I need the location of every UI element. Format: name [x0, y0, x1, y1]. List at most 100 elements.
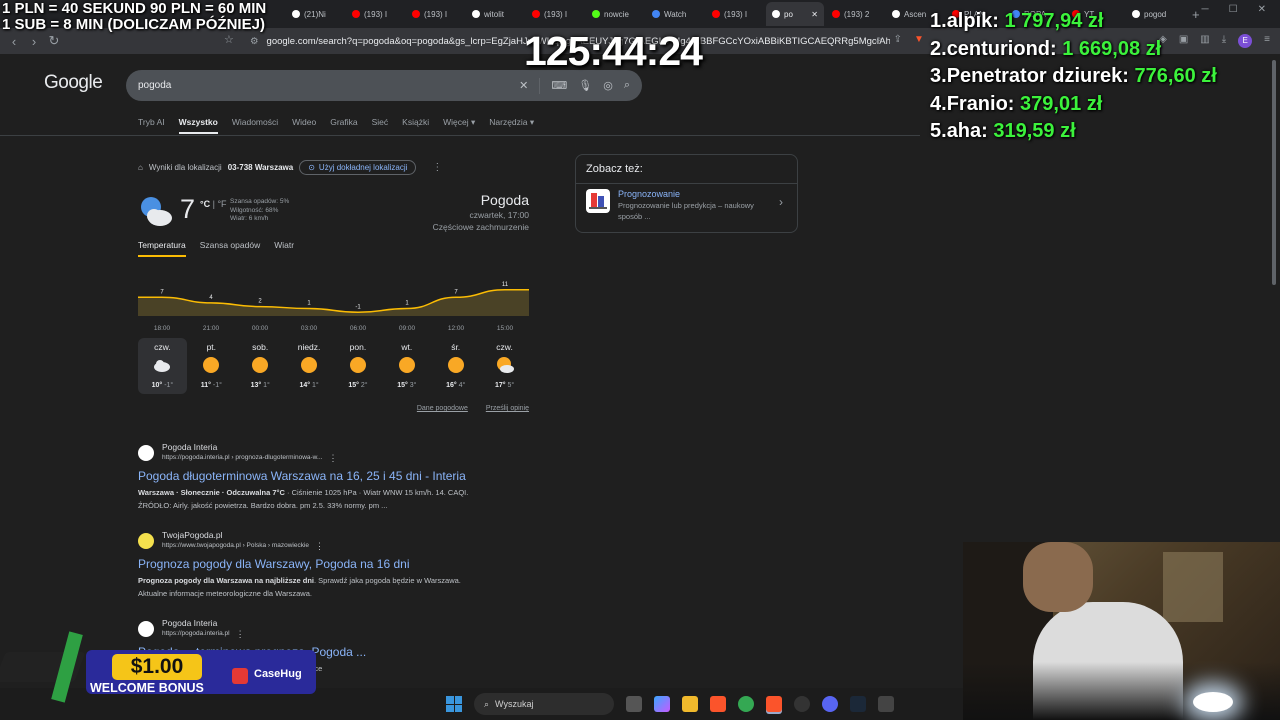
celsius-unit[interactable]: °C	[200, 199, 210, 209]
weather-details: Szansa opadów: 5% Wilgotność: 68% Wiatr:…	[230, 198, 289, 224]
back-button[interactable]: ‹	[4, 34, 24, 49]
tab-favicon-icon	[892, 10, 900, 18]
tab-favicon-icon	[532, 10, 540, 18]
close-window-button[interactable]: ✕	[1258, 4, 1266, 15]
zoom-icon[interactable]: ⌕	[876, 34, 882, 45]
tab-label: (193) 2	[844, 9, 870, 19]
browser-tab[interactable]: (193) I	[706, 2, 764, 26]
result-site[interactable]: TwojaPogoda.pl https://www.twojapogoda.pl…	[138, 530, 558, 552]
chrome-icon[interactable]	[738, 696, 754, 712]
snippet-text: . Sprawdź jaka pogoda będzie w Warszawa.	[314, 576, 461, 585]
search-tab[interactable]: Grafika	[330, 117, 357, 128]
see-also-desc: Prognozowanie lub predykcja – naukowy sp…	[618, 201, 754, 221]
day-low: -1°	[164, 382, 174, 389]
weather-tab[interactable]: Temperatura	[138, 240, 186, 257]
hour-tick-label: 12:00	[448, 325, 465, 332]
forecast-day[interactable]: sob. 13° 1°	[236, 338, 285, 394]
microphone-icon[interactable]: 🎙︎	[578, 79, 592, 92]
forecast-day[interactable]: czw. 10° -1°	[138, 338, 187, 394]
leaderboard-row: 4.Franio: 379,01 zł	[930, 91, 1217, 119]
browser-tab[interactable]: Watch	[646, 2, 704, 26]
forecast-day[interactable]: niedz. 14° 1°	[285, 338, 334, 394]
brave-shield-icon[interactable]: ▼	[914, 34, 924, 45]
search-tab[interactable]: Narzędzia ▾	[489, 117, 534, 128]
result-title[interactable]: Prognoza pogody dla Warszawy, Pogoda na …	[138, 557, 558, 571]
search-tab[interactable]: Książki	[402, 117, 429, 128]
temperature-value-label: -1	[355, 304, 361, 310]
forecast-day[interactable]: pt. 11° -1°	[187, 338, 236, 394]
tab-label: (193) I	[364, 9, 388, 19]
menu-icon[interactable]: ≡	[1264, 34, 1270, 48]
feedback-link[interactable]: Prześlij opinię	[486, 405, 529, 412]
brave-active-icon[interactable]	[766, 696, 782, 712]
browser-tab[interactable]: (193) 2	[826, 2, 884, 26]
reload-button[interactable]: ↻	[44, 33, 64, 49]
search-tab[interactable]: Wszystko	[178, 117, 219, 134]
search-tab[interactable]: Więcej ▾	[443, 117, 475, 128]
search-input[interactable]: pogoda	[138, 80, 519, 91]
calculator-icon[interactable]	[878, 696, 894, 712]
clear-icon[interactable]: ✕	[519, 79, 528, 92]
browser-tab[interactable]: (193) I	[526, 2, 584, 26]
leaderboard-rank: 4.	[930, 92, 947, 115]
copilot-icon[interactable]	[654, 696, 670, 712]
start-icon[interactable]	[446, 696, 462, 712]
browser-tab[interactable]: (193) I	[406, 2, 464, 26]
weather-tab[interactable]: Wiatr	[274, 240, 294, 250]
precise-location-button[interactable]: ⊙ Użyj dokładnej lokalizacji	[299, 160, 417, 175]
more-options-icon[interactable]: ⋮	[432, 162, 442, 173]
forward-button[interactable]: ›	[24, 34, 44, 49]
url-row: https://pogoda.interia.pl › prognoza-dlu…	[162, 453, 337, 464]
close-tab-icon[interactable]: ✕	[811, 10, 818, 19]
search-tab[interactable]: Tryb AI	[138, 117, 165, 128]
more-options-icon[interactable]: ⋮	[315, 541, 324, 552]
more-options-icon[interactable]: ⋮	[328, 453, 337, 464]
lens-icon[interactable]: ◎	[603, 79, 613, 92]
downloads-icon[interactable]: ⤓	[1222, 34, 1226, 48]
tab-label: Ascen	[904, 9, 927, 19]
see-also-item[interactable]: Prognozowanie Prognozowanie lub predykcj…	[576, 184, 797, 227]
bookmark-icon[interactable]: ☆	[224, 33, 234, 46]
search-tab[interactable]: Wideo	[292, 117, 316, 128]
steam-icon[interactable]	[850, 696, 866, 712]
discord-icon[interactable]	[822, 696, 838, 712]
browser-tab[interactable]: witolit	[466, 2, 524, 26]
obs-icon[interactable]	[794, 696, 810, 712]
task-view-icon[interactable]	[626, 696, 642, 712]
browser-tab[interactable]: (21)Ni	[286, 2, 344, 26]
forecast-day[interactable]: czw. 17° 5°	[480, 338, 529, 394]
keyboard-icon[interactable]: ⌨	[551, 79, 567, 92]
site-info-icon[interactable]: ⚙	[250, 36, 259, 47]
weather-data-link[interactable]: Dane pogodowe	[417, 405, 468, 412]
scrollbar[interactable]	[1272, 60, 1276, 285]
forecast-day[interactable]: pon. 15° 2°	[334, 338, 383, 394]
weather-tab[interactable]: Szansa opadów	[200, 240, 261, 250]
result-site[interactable]: Pogoda Interia https://pogoda.interia.pl …	[138, 442, 558, 464]
see-also-title[interactable]: Prognozowanie	[618, 189, 758, 199]
file-explorer-icon[interactable]	[682, 696, 698, 712]
leaderboard-name: centuriond:	[946, 37, 1057, 60]
fahrenheit-unit[interactable]: °F	[217, 199, 226, 209]
forecast-day[interactable]: śr. 16° 4°	[431, 338, 480, 394]
browser-tab[interactable]: (193) I	[346, 2, 404, 26]
search-icon[interactable]: ⌕	[624, 79, 630, 92]
forecast-day[interactable]: wt. 15° 3°	[382, 338, 431, 394]
day-name: niedz.	[297, 342, 321, 352]
search-tab[interactable]: Sieć	[372, 117, 389, 128]
tab-favicon-icon	[412, 10, 420, 18]
share-icon[interactable]: ⇪	[894, 34, 902, 45]
leaderboard-row: 1.alpik: 1 797,94 zł	[930, 8, 1217, 36]
search-tab[interactable]: Wiadomości	[232, 117, 278, 128]
brave-icon[interactable]	[710, 696, 726, 712]
maximize-button[interactable]: ☐	[1229, 4, 1238, 15]
chevron-right-icon[interactable]: ›	[779, 195, 783, 209]
temperature-unit-toggle[interactable]: °C | °F	[200, 199, 227, 209]
taskbar-search[interactable]: ⌕ Wyszukaj	[474, 693, 614, 715]
tab-favicon-icon	[832, 10, 840, 18]
profile-avatar[interactable]: E	[1238, 34, 1253, 48]
browser-tab[interactable]: nowcie	[586, 2, 644, 26]
promo-banner[interactable]: $1.00 WELCOME BONUS CaseHug	[0, 631, 316, 704]
google-logo[interactable]: Google	[44, 72, 103, 94]
result-title[interactable]: Pogoda długoterminowa Warszawa na 16, 25…	[138, 469, 558, 483]
browser-tab[interactable]: po ✕	[766, 2, 824, 26]
